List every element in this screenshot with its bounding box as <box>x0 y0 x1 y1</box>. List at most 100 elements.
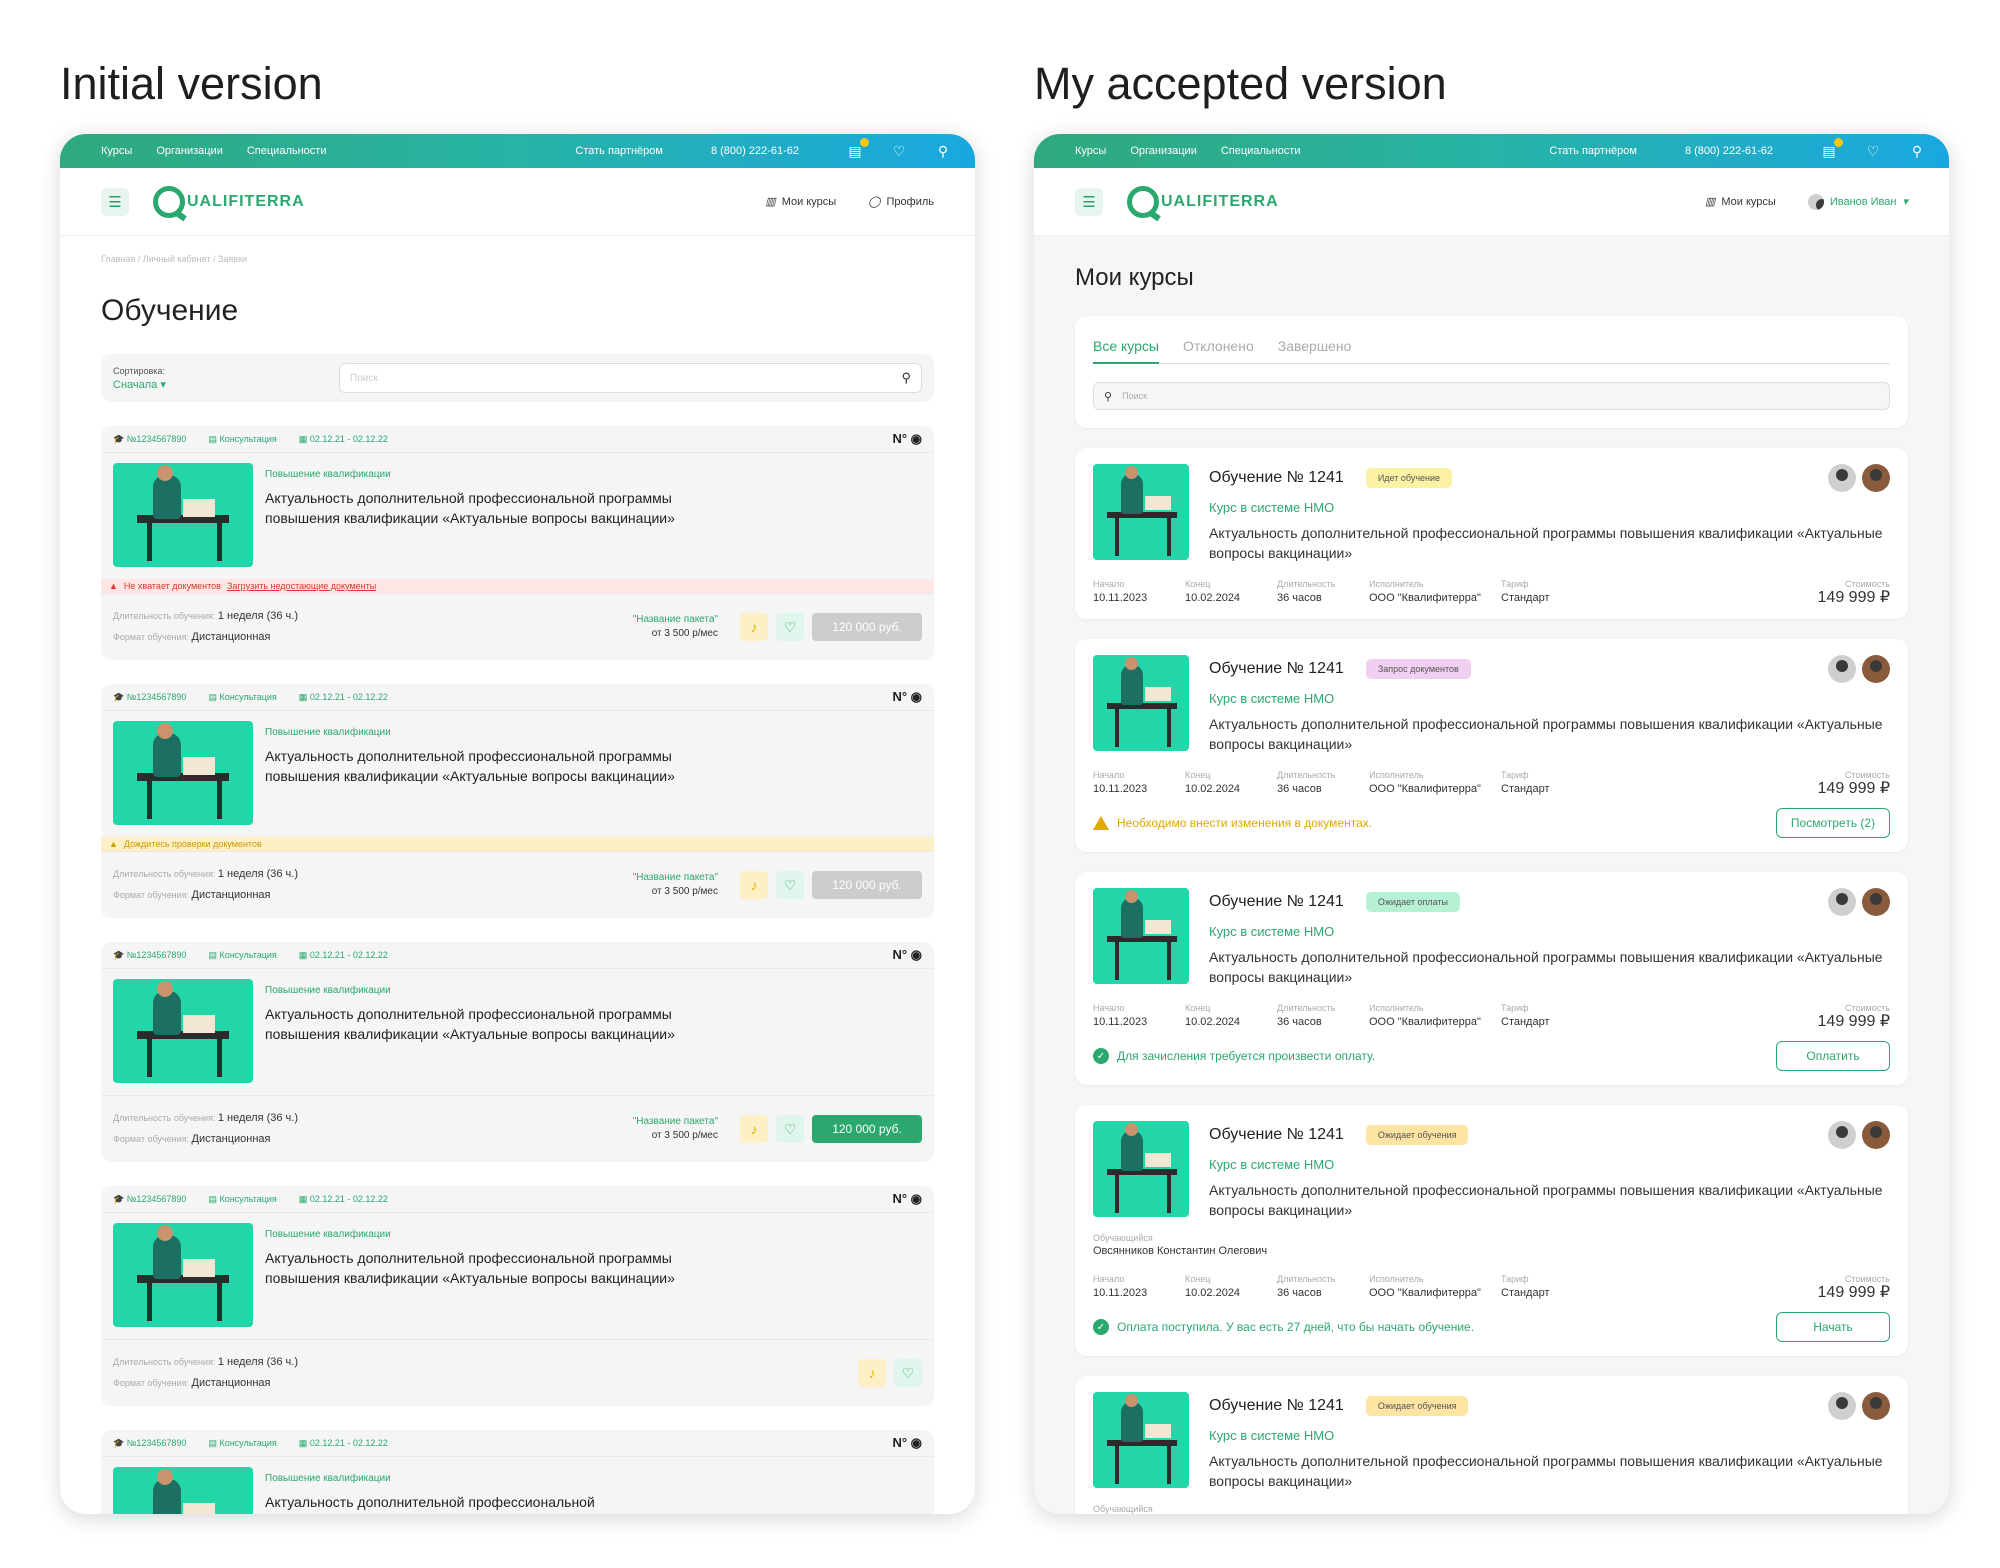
nav-courses[interactable]: Курсы <box>101 145 132 157</box>
chat-icon[interactable]: ▤ <box>847 138 869 158</box>
logo-text: UALIFITERRA <box>1161 192 1279 210</box>
package-name[interactable]: "Название пакета" <box>633 871 718 885</box>
search-icon[interactable]: ⚲ <box>935 144 951 158</box>
learner: Обучающийся <box>1093 1504 1153 1514</box>
course-card[interactable]: 🎓 №1234567890 ▤ Консультация ▦ 02.12.21 … <box>101 1186 934 1406</box>
my-courses-label: Мои курсы <box>1721 195 1776 208</box>
package-name[interactable]: "Название пакета" <box>633 613 718 627</box>
price-button[interactable]: 120 000 руб. <box>812 1115 922 1143</box>
card-id: 🎓 №1234567890 <box>113 433 187 444</box>
course-thumbnail <box>1093 888 1189 984</box>
course-card[interactable]: 🎓 №1234567890 ▤ Консультация ▦ 02.12.21 … <box>101 426 934 660</box>
logo[interactable]: UALIFITERRA <box>153 185 305 218</box>
course-title[interactable]: Обучение № 1241 <box>1209 660 1344 678</box>
format: Формат обучения: Дистанционная <box>113 889 271 901</box>
avatar <box>1862 1121 1890 1149</box>
profile-link[interactable]: ◯ Профиль <box>868 195 934 209</box>
nav-specialties[interactable]: Специальности <box>1221 145 1301 157</box>
course-title[interactable]: Актуальность дополнительной профессионал… <box>265 746 705 786</box>
caption-initial: Initial version <box>60 58 323 109</box>
user-menu[interactable]: Иванов Иван ▾ <box>1807 193 1908 210</box>
phone-link[interactable]: 8 (800) 222-61-62 <box>1685 145 1773 157</box>
phone-link[interactable]: 8 (800) 222-61-62 <box>711 145 799 157</box>
course-card[interactable]: Обучение № 1241 Запрос документов Курс в … <box>1075 639 1908 852</box>
course-title[interactable]: Обучение № 1241 <box>1209 893 1344 911</box>
menu-icon[interactable]: ☰ <box>101 187 129 216</box>
user-icon: ◯ <box>868 196 881 208</box>
tariff: Тариф Стандарт <box>1501 1003 1550 1028</box>
status-badge: Ожидает обучения <box>1365 1125 1469 1145</box>
bell-icon[interactable]: ♪ <box>740 1115 768 1143</box>
chat-icon[interactable]: ▤ <box>1821 138 1843 158</box>
bell-icon[interactable]: ♪ <box>740 613 768 641</box>
course-card[interactable]: Обучение № 1241 Идет обучение Курс в сист… <box>1075 448 1908 619</box>
search-icon[interactable]: ⚲ <box>1909 144 1925 158</box>
top-nav-bar: Курсы Организации Специальности Стать па… <box>1034 134 1949 168</box>
upload-docs-link[interactable]: Загрузить недостающие документы <box>227 581 376 591</box>
card-dates: ▦ 02.12.21 - 02.12.22 <box>298 691 388 702</box>
course-card[interactable]: 🎓 №1234567890 ▤ Консультация ▦ 02.12.21 … <box>101 942 934 1162</box>
package-name[interactable]: "Название пакета" <box>633 1115 718 1129</box>
course-title[interactable]: Обучение № 1241 <box>1209 1126 1344 1144</box>
heart-icon[interactable]: ♡ <box>894 1359 922 1387</box>
heart-icon[interactable]: ♡ <box>891 144 907 158</box>
tab-rejected[interactable]: Отклонено <box>1183 338 1254 354</box>
start-button[interactable]: Начать <box>1776 1312 1890 1342</box>
avatar <box>1828 655 1856 683</box>
heart-icon[interactable]: ♡ <box>1865 144 1881 158</box>
search-input[interactable]: Поиск ⚲ <box>339 363 922 393</box>
bell-icon[interactable]: ♪ <box>740 871 768 899</box>
sort-value[interactable]: Сначала ▾ <box>113 378 166 392</box>
logo-text: UALIFITERRA <box>187 192 305 210</box>
course-title[interactable]: Актуальность дополнительной профессионал… <box>265 488 705 528</box>
logo[interactable]: UALIFITERRA <box>1127 185 1279 218</box>
course-title[interactable]: Обучение № 1241 <box>1209 1397 1344 1415</box>
course-card[interactable]: Обучение № 1241 Ожидает обучения Курс в с… <box>1075 1376 1908 1514</box>
price-button[interactable]: 120 000 руб. <box>812 613 922 641</box>
sort-control[interactable]: Сортировка: Сначала ▾ <box>113 364 166 392</box>
course-thumbnail <box>113 721 253 825</box>
view-documents-button[interactable]: Посмотреть (2) <box>1776 808 1890 838</box>
search-icon[interactable]: ⚲ <box>901 370 911 386</box>
course-card[interactable]: 🎓 №1234567890 ▤ Консультация ▦ 02.12.21 … <box>101 1430 934 1514</box>
my-courses-link[interactable]: ▥ Мои курсы <box>765 195 836 209</box>
partner-link[interactable]: Стать партнёром <box>1549 145 1637 157</box>
status-badge: Ожидает оплаты <box>1365 892 1460 912</box>
bell-icon[interactable]: ♪ <box>858 1359 886 1387</box>
pay-button[interactable]: Оплатить <box>1776 1041 1890 1071</box>
card-message: Для зачисления требуется произвести опла… <box>1117 1049 1376 1063</box>
card-dates: ▦ 02.12.21 - 02.12.22 <box>298 949 388 960</box>
course-title[interactable]: Актуальность дополнительной профессионал… <box>265 1004 705 1044</box>
my-courses-link[interactable]: ▥ Мои курсы <box>1705 195 1776 209</box>
course-title[interactable]: Актуальность дополнительной профессионал… <box>265 1492 705 1512</box>
search-icon: ⚲ <box>1104 390 1113 403</box>
course-card[interactable]: Обучение № 1241 Ожидает оплаты Курс в сис… <box>1075 872 1908 1085</box>
nav-courses[interactable]: Курсы <box>1075 145 1106 157</box>
sort-label: Сортировка: <box>113 366 165 376</box>
tab-completed[interactable]: Завершено <box>1278 338 1352 354</box>
course-card[interactable]: 🎓 №1234567890 ▤ Консультация ▦ 02.12.21 … <box>101 684 934 918</box>
search-input[interactable]: ⚲ Поиск <box>1093 382 1890 410</box>
course-title[interactable]: Обучение № 1241 <box>1209 469 1344 487</box>
nav-specialties[interactable]: Специальности <box>247 145 327 157</box>
course-title[interactable]: Актуальность дополнительной профессионал… <box>265 1248 705 1288</box>
tab-all-courses[interactable]: Все курсы <box>1093 328 1159 364</box>
nav-organizations[interactable]: Организации <box>1130 145 1197 157</box>
card-type: ▤ Консультация <box>208 691 277 702</box>
heart-icon[interactable]: ♡ <box>776 871 804 899</box>
course-kind: Повышение квалификации <box>265 1473 391 1484</box>
partner-link[interactable]: Стать партнёром <box>575 145 663 157</box>
executor: Исполнитель ООО "Квалифитерра" <box>1369 770 1481 795</box>
cost: Стоимость 149 999 ₽ <box>1817 579 1890 606</box>
package-price: от 3 500 р/мес <box>651 1130 718 1141</box>
menu-icon[interactable]: ☰ <box>1075 187 1103 216</box>
breadcrumb[interactable]: Главная / Личный кабинет / Заявки <box>60 236 975 264</box>
price-button[interactable]: 120 000 руб. <box>812 871 922 899</box>
nav-organizations[interactable]: Организации <box>156 145 223 157</box>
duration: Длительность 36 часов <box>1277 1003 1336 1028</box>
heart-icon[interactable]: ♡ <box>776 613 804 641</box>
nmo-badge: N° ◉ <box>892 1435 922 1450</box>
course-card[interactable]: Обучение № 1241 Ожидает обучения Курс в с… <box>1075 1105 1908 1356</box>
course-kind: Повышение квалификации <box>265 469 391 480</box>
heart-icon[interactable]: ♡ <box>776 1115 804 1143</box>
